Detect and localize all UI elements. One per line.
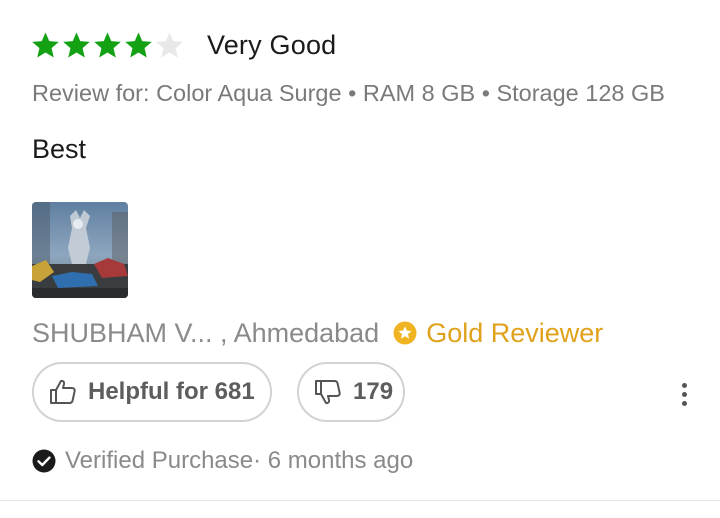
author-row: SHUBHAM V... , Ahmedabad Gold Reviewer [32, 315, 603, 351]
star-icon [32, 31, 59, 58]
check-circle-icon [32, 449, 56, 473]
star-rating [30, 30, 185, 61]
more-options-button[interactable] [668, 378, 700, 410]
star-empty-icon [156, 31, 183, 58]
rating-row: Very Good [30, 28, 336, 62]
review-title: Best [32, 134, 87, 164]
helpful-label: Helpful for 681 [88, 378, 255, 405]
gold-reviewer-badge: Gold Reviewer [426, 317, 604, 348]
verified-purchase-text: Verified Purchase· 6 months ago [65, 447, 414, 474]
star-icon [125, 31, 152, 58]
review-card: Very Good Review for: Color Aqua Surge •… [0, 0, 720, 518]
review-photo-thumbnail[interactable] [32, 202, 128, 298]
divider [0, 500, 720, 501]
gold-star-badge-icon [393, 321, 417, 345]
star-icon [63, 31, 90, 58]
author-location: SHUBHAM V... , Ahmedabad [32, 317, 380, 348]
variant-text: Review for: Color Aqua Surge • RAM 8 GB … [32, 80, 665, 106]
more-vertical-icon [681, 382, 687, 388]
not-helpful-button[interactable]: 179 [297, 362, 405, 422]
verified-purchase-row: Verified Purchase· 6 months ago [32, 446, 413, 476]
rating-label: Very Good [207, 29, 337, 60]
star-icon [94, 31, 121, 58]
helpful-button[interactable]: Helpful for 681 [32, 362, 272, 422]
thumbs-up-icon [50, 379, 76, 404]
not-helpful-count: 179 [353, 378, 394, 405]
thumbs-down-icon [315, 380, 341, 405]
